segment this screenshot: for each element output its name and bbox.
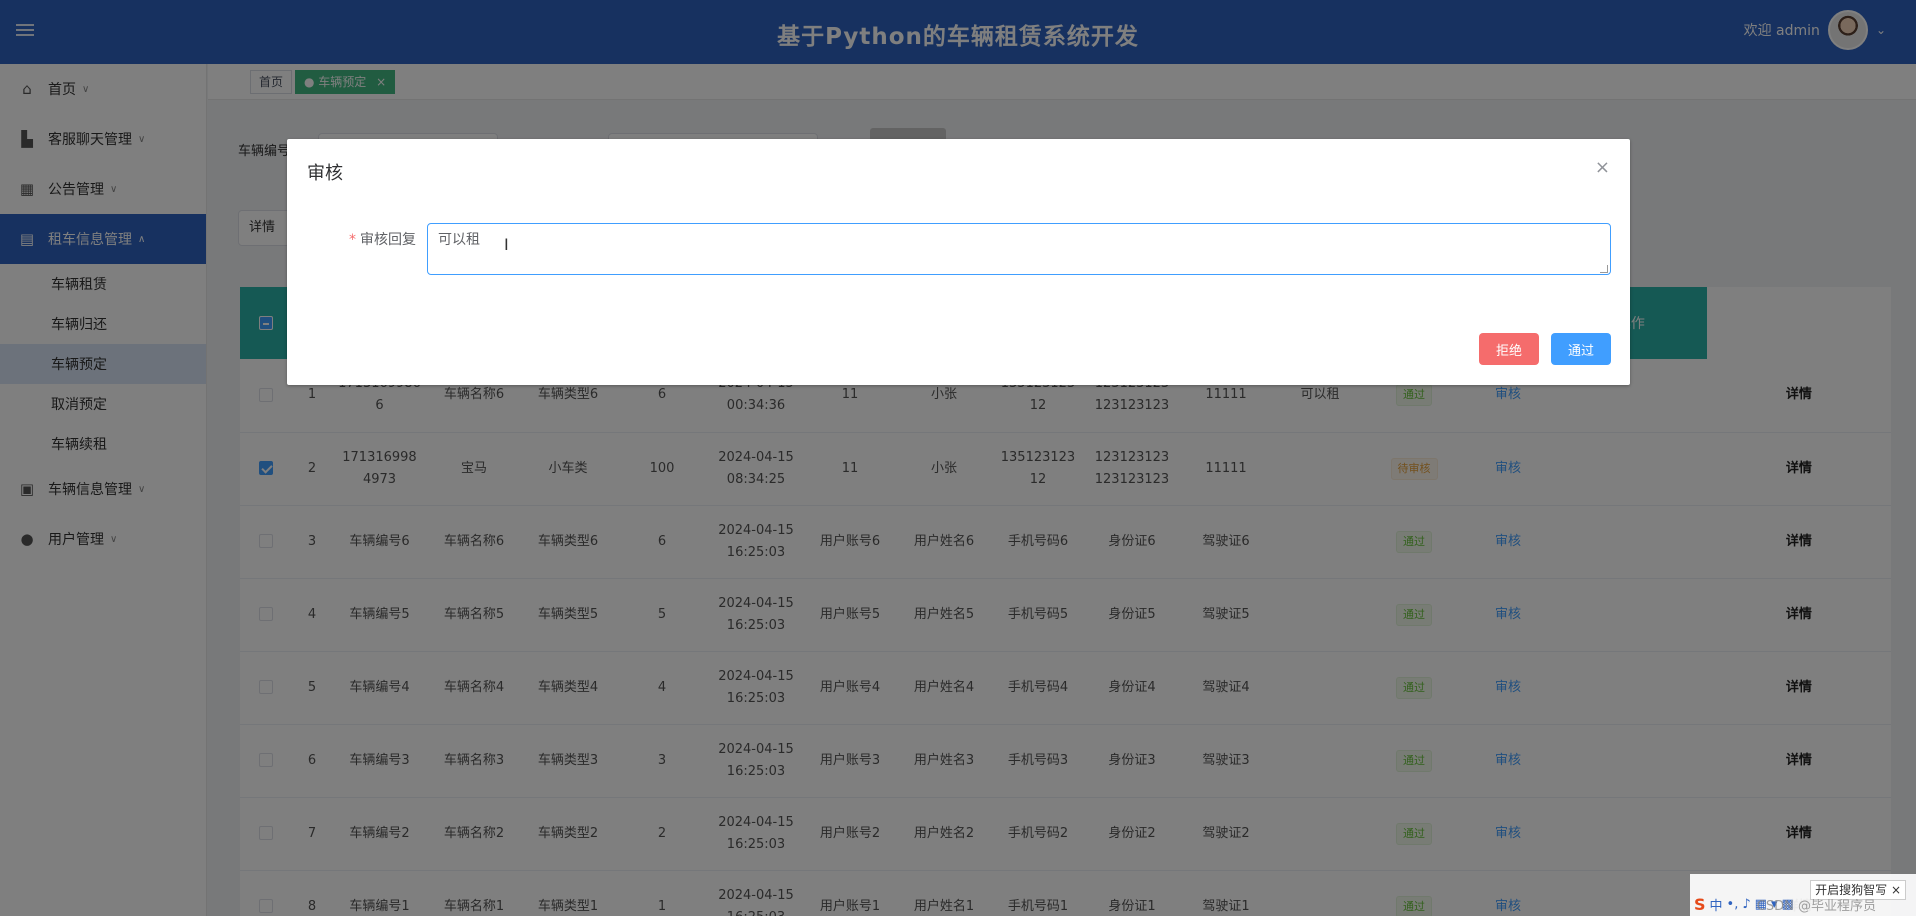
- modal-overlay[interactable]: [0, 0, 1916, 916]
- reject-button[interactable]: 拒绝: [1479, 333, 1539, 365]
- text-cursor-icon: I: [504, 235, 509, 254]
- reply-textarea[interactable]: 可以租: [427, 223, 1611, 275]
- ime-punct[interactable]: •,: [1727, 897, 1739, 912]
- watermark: CSDN @毕业程序员: [1756, 899, 1876, 914]
- microphone-icon[interactable]: ♪: [1742, 897, 1750, 912]
- pass-button[interactable]: 通过: [1551, 333, 1611, 365]
- resize-handle-icon[interactable]: [1600, 265, 1608, 273]
- required-mark: *: [349, 232, 356, 248]
- review-dialog: 审核 × * 审核回复 可以租 I 拒绝 通过: [287, 139, 1630, 385]
- close-icon[interactable]: ×: [1595, 157, 1610, 178]
- sogou-logo-icon: S: [1694, 895, 1706, 914]
- ime-toolbar: 开启搜狗智写 × S 中 •, ♪ ▦ ▾ ▩ CSDN @毕业程序员: [1690, 874, 1916, 916]
- dialog-title: 审核: [307, 163, 343, 184]
- ime-mode[interactable]: 中: [1710, 895, 1723, 914]
- close-icon[interactable]: ×: [1891, 883, 1901, 897]
- reply-field-label: * 审核回复: [349, 232, 416, 248]
